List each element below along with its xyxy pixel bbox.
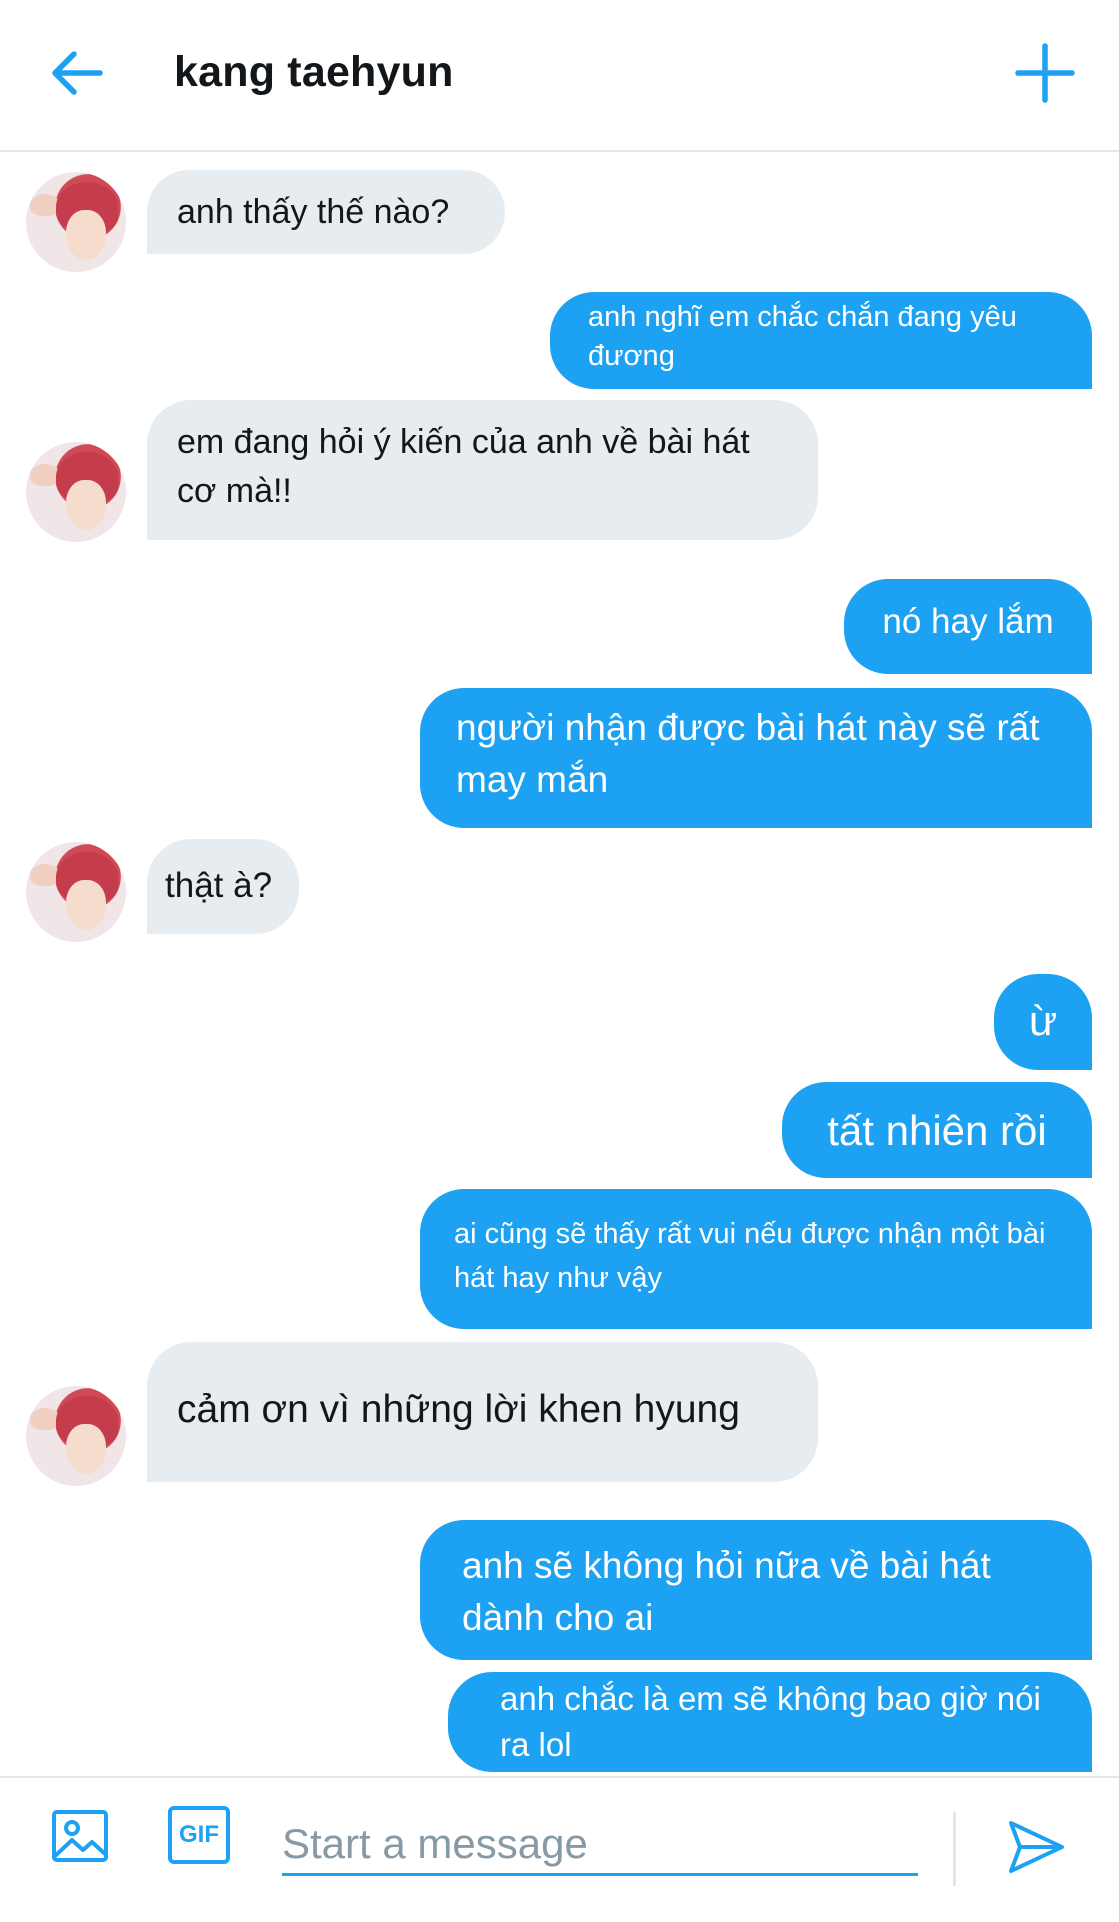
outgoing-message[interactable]: tất nhiên rồi (782, 1082, 1092, 1178)
avatar[interactable] (26, 1386, 126, 1486)
message-text: cảm ơn vì những lời khen hyung (177, 1388, 740, 1431)
incoming-message[interactable]: anh thấy thế nào? (147, 170, 505, 254)
message-text: ai cũng sẽ thấy rất vui nếu được nhận mộ… (454, 1218, 1046, 1294)
message-text: anh chắc là em sẽ không bao giờ nói ra l… (500, 1680, 1041, 1764)
incoming-message[interactable]: cảm ơn vì những lời khen hyung (147, 1342, 818, 1482)
message-text: em đang hỏi ý kiến của anh về bài hát cơ… (177, 423, 750, 511)
outgoing-message[interactable]: anh sẽ không hỏi nữa về bài hát dành cho… (420, 1520, 1092, 1660)
avatar[interactable] (26, 442, 126, 542)
outgoing-message[interactable]: anh nghĩ em chắc chắn đang yêu đương (550, 292, 1092, 389)
message-text: anh nghĩ em chắc chắn đang yêu đương (588, 301, 1017, 373)
outgoing-message[interactable]: anh chắc là em sẽ không bao giờ nói ra l… (448, 1672, 1092, 1772)
incoming-message[interactable]: em đang hỏi ý kiến của anh về bài hát cơ… (147, 400, 818, 540)
message-text: nó hay lắm (882, 602, 1054, 641)
send-icon[interactable] (1006, 1818, 1066, 1876)
conversation-title: kang taehyun (174, 48, 454, 96)
outgoing-message[interactable]: người nhận được bài hát này sẽ rất may m… (420, 688, 1092, 828)
message-text: tất nhiên rồi (827, 1107, 1047, 1154)
avatar[interactable] (26, 842, 126, 942)
incoming-message[interactable]: thật à? (147, 839, 299, 934)
message-text: anh sẽ không hỏi nữa về bài hát dành cho… (462, 1545, 991, 1638)
plus-icon[interactable] (1012, 40, 1078, 106)
message-text: người nhận được bài hát này sẽ rất may m… (456, 707, 1040, 800)
outgoing-message[interactable]: ừ (994, 974, 1092, 1070)
gif-button[interactable]: GIF (168, 1806, 230, 1864)
outgoing-message[interactable]: ai cũng sẽ thấy rất vui nếu được nhận mộ… (420, 1189, 1092, 1329)
arrow-left-icon[interactable] (42, 38, 112, 108)
message-text: ừ (1028, 997, 1058, 1044)
message-text: thật à? (165, 866, 273, 905)
gif-label: GIF (179, 1821, 219, 1848)
outgoing-message[interactable]: nó hay lắm (844, 579, 1092, 674)
image-icon[interactable] (50, 1806, 110, 1866)
avatar[interactable] (26, 172, 126, 272)
message-text: anh thấy thế nào? (177, 193, 450, 231)
message-list[interactable]: anh thấy thế nào? anh nghĩ em chắc chắn … (0, 152, 1119, 1772)
composer-divider (953, 1812, 956, 1886)
conversation-header: kang taehyun (0, 0, 1119, 152)
message-input[interactable] (282, 1814, 918, 1876)
